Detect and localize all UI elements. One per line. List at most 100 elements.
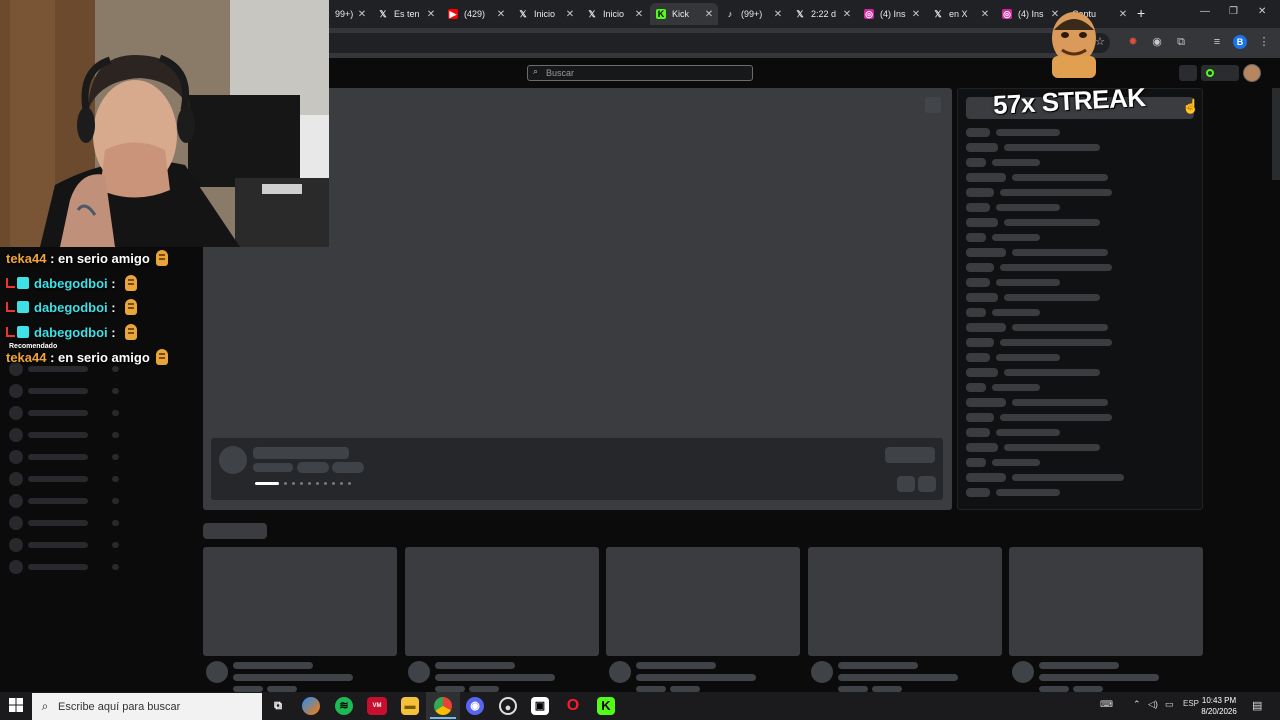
- task-view-icon[interactable]: ⧉: [269, 697, 287, 715]
- carousel-dot[interactable]: [300, 482, 303, 485]
- tag-skeleton: [332, 462, 364, 473]
- capcut-icon[interactable]: ▣: [531, 697, 549, 715]
- x-logo-icon: 𝕏: [519, 8, 527, 19]
- browser-menu-icon[interactable]: ⋮: [1257, 35, 1271, 49]
- volume-icon[interactable]: ◁): [1148, 699, 1158, 710]
- webcam-feed-image: [0, 0, 329, 247]
- browser-tab[interactable]: ◎ (4) Ins ✕: [858, 3, 925, 25]
- x-logo-icon: 𝕏: [379, 8, 387, 19]
- close-tab-icon[interactable]: ✕: [632, 9, 646, 20]
- notifications-icon[interactable]: ▤: [1252, 699, 1262, 712]
- extension-icon[interactable]: ✸: [1126, 35, 1140, 49]
- sidebar-count-skeleton: [112, 476, 119, 482]
- list-item-skeleton: [966, 353, 990, 362]
- close-tab-icon[interactable]: ✕: [978, 9, 992, 20]
- chat-username: teka44: [6, 250, 47, 266]
- close-tab-icon[interactable]: ✕: [771, 9, 785, 20]
- file-explorer-icon[interactable]: ▬: [401, 697, 419, 715]
- browser-tab[interactable]: 𝕏 Inicio ✕: [512, 3, 579, 25]
- next-button-skeleton[interactable]: [918, 476, 936, 492]
- section-title-skeleton: [203, 523, 267, 539]
- kick-app-icon[interactable]: K: [597, 697, 615, 715]
- close-tab-icon[interactable]: ✕: [909, 9, 923, 20]
- carousel-dot[interactable]: [308, 482, 311, 485]
- page-scrollbar[interactable]: [1272, 88, 1280, 180]
- discord-icon[interactable]: ◉: [466, 697, 484, 715]
- list-item-skeleton: [1000, 264, 1112, 271]
- kick-icon: K: [656, 9, 666, 19]
- stream-card-thumbnail-skeleton[interactable]: [203, 547, 397, 656]
- search-input[interactable]: Buscar: [527, 65, 753, 81]
- chat-text: en serio amigo: [58, 349, 150, 365]
- carousel-indicator-active[interactable]: [255, 482, 279, 485]
- list-item-skeleton: [996, 279, 1060, 286]
- browser-tab[interactable]: ▶ (429) ✕: [442, 3, 510, 25]
- card-title-skeleton: [1039, 662, 1119, 669]
- clock-time: 10:43 PM: [1201, 696, 1237, 705]
- network-icon[interactable]: ▭: [1165, 699, 1174, 710]
- browser-tab[interactable]: 𝕏en X ✕: [927, 3, 994, 25]
- extensions-puzzle-icon[interactable]: ⧉: [1174, 35, 1188, 49]
- windows-start-icon[interactable]: [8, 697, 24, 713]
- browser-tab[interactable]: 𝕏 Es ten ✕: [372, 3, 440, 25]
- carousel-dot[interactable]: [324, 482, 327, 485]
- list-item-skeleton: [966, 308, 986, 317]
- close-window-icon[interactable]: ✕: [1258, 6, 1266, 17]
- carousel-dot[interactable]: [340, 482, 343, 485]
- stream-card-thumbnail-skeleton[interactable]: [606, 547, 800, 656]
- close-tab-icon[interactable]: ✕: [494, 9, 508, 20]
- carousel-dot[interactable]: [316, 482, 319, 485]
- list-item-skeleton: [966, 203, 990, 212]
- user-avatar[interactable]: [1243, 64, 1261, 82]
- close-tab-icon[interactable]: ✕: [702, 9, 716, 20]
- notifications-button[interactable]: [1179, 65, 1197, 81]
- sidebar-label-skeleton: [28, 410, 88, 416]
- taskbar-search-input[interactable]: ⌕ Escribe aquí para buscar: [32, 693, 262, 720]
- restore-icon[interactable]: ❐: [1229, 6, 1238, 17]
- browser-tab[interactable]: 𝕏 2:22 d ✕: [789, 3, 856, 25]
- spotify-icon[interactable]: ≋: [335, 697, 353, 715]
- prev-button-skeleton[interactable]: [897, 476, 915, 492]
- browser-tab[interactable]: K Kick ✕: [650, 3, 718, 25]
- og-badge-icon: [6, 327, 15, 337]
- browser-tab[interactable]: 99+) ✕: [329, 3, 371, 25]
- stream-card-thumbnail-skeleton[interactable]: [1009, 547, 1203, 656]
- carousel-dot[interactable]: [348, 482, 351, 485]
- carousel-dot[interactable]: [332, 482, 335, 485]
- new-tab-button[interactable]: +: [1137, 5, 1145, 21]
- keyboard-icon[interactable]: ⌨: [1100, 699, 1113, 710]
- tray-overflow-icon[interactable]: ⌃: [1133, 699, 1141, 710]
- sidebar-count-skeleton: [112, 564, 119, 570]
- title-skeleton: [253, 447, 349, 459]
- opera-icon[interactable]: O: [564, 697, 582, 715]
- profile-avatar[interactable]: B: [1233, 35, 1247, 49]
- carousel-dot[interactable]: [292, 482, 295, 485]
- obs-icon[interactable]: ●: [499, 697, 517, 715]
- list-item-skeleton: [1004, 369, 1100, 376]
- close-tab-icon[interactable]: ✕: [563, 9, 577, 20]
- close-tab-icon[interactable]: ✕: [840, 9, 854, 20]
- card-meta-skeleton: [233, 674, 353, 681]
- tab-title: (4) Ins: [1018, 9, 1044, 19]
- chrome-icon[interactable]: [434, 697, 452, 715]
- sidebar-label-skeleton: [28, 564, 88, 570]
- extension-icon[interactable]: ◉: [1150, 35, 1164, 49]
- browser-tab[interactable]: 𝕏 Inicio ✕: [581, 3, 648, 25]
- list-item-skeleton: [966, 413, 994, 422]
- carousel-dot[interactable]: [284, 482, 287, 485]
- minimize-icon[interactable]: —: [1200, 6, 1210, 17]
- media-control-icon[interactable]: ≡: [1210, 35, 1224, 49]
- close-tab-icon[interactable]: ✕: [355, 9, 369, 20]
- sidebar-label-skeleton: [28, 454, 88, 460]
- sidebar-avatar-skeleton: [9, 538, 23, 552]
- close-tab-icon[interactable]: ✕: [1116, 9, 1130, 20]
- list-item-skeleton: [966, 323, 1006, 332]
- taskbar-clock[interactable]: 10:43 PM 8/20/2026: [1195, 695, 1243, 717]
- list-item-skeleton: [996, 429, 1060, 436]
- stream-card-thumbnail-skeleton[interactable]: [405, 547, 599, 656]
- stream-card-thumbnail-skeleton[interactable]: [808, 547, 1002, 656]
- close-tab-icon[interactable]: ✕: [424, 9, 438, 20]
- copilot-icon[interactable]: [302, 697, 320, 715]
- voicemeeter-icon[interactable]: VM: [367, 697, 387, 715]
- browser-tab[interactable]: ♪ (99+) ✕: [719, 3, 787, 25]
